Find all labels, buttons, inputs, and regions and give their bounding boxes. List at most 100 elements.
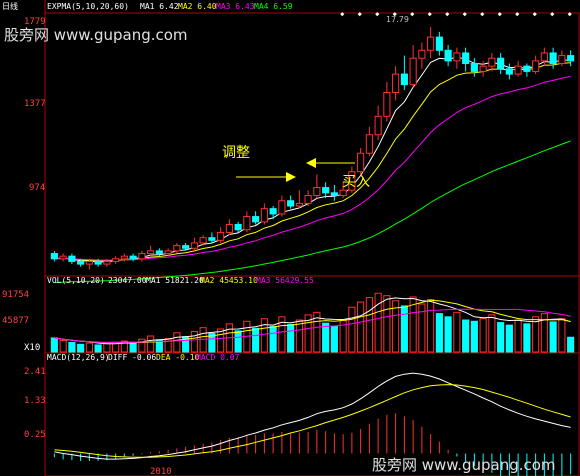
volume-bar xyxy=(68,341,76,353)
candle xyxy=(68,253,76,265)
price-tick-low: 974 xyxy=(29,183,45,193)
candle xyxy=(322,182,330,199)
volume-bar xyxy=(453,311,461,353)
volume-bar xyxy=(103,343,111,353)
annotation-adjust: 调整 xyxy=(222,145,250,161)
volume-bar xyxy=(357,301,365,353)
signal-marker: ◆ xyxy=(463,10,468,18)
volume-bar xyxy=(330,325,338,353)
candle xyxy=(549,47,557,69)
macd-tick-mid: 1.33 xyxy=(24,396,46,406)
candle xyxy=(269,206,277,220)
candle xyxy=(365,126,373,156)
candle xyxy=(514,60,522,77)
vol-current: 23047.00 xyxy=(108,276,147,285)
candle xyxy=(252,211,260,225)
candle xyxy=(260,203,268,225)
volume-bar xyxy=(129,342,137,353)
signal-marker: ◆ xyxy=(515,10,520,18)
volume-bar xyxy=(190,331,198,353)
ma1-label: MA1 6.42 xyxy=(140,2,179,11)
volume-bar xyxy=(287,323,295,353)
volume-bar xyxy=(462,319,470,353)
volume-bar xyxy=(505,324,513,353)
volume-bar xyxy=(365,297,373,353)
peak-label: 17.79 xyxy=(386,15,409,24)
signal-marker: ◆ xyxy=(445,10,450,18)
macd-year-label: 2010 xyxy=(150,467,172,476)
volume-bar xyxy=(479,318,487,353)
vol-ma3: MA3 56429.55 xyxy=(256,276,314,285)
ma2-label: MA2 6.40 xyxy=(178,2,217,11)
volume-panel xyxy=(50,292,575,353)
candle xyxy=(470,58,478,77)
arrow-buy xyxy=(306,158,355,168)
candle xyxy=(567,50,575,67)
signal-marker: ◆ xyxy=(410,10,415,18)
annotation-buy: 买入 xyxy=(342,174,370,190)
watermark-bottom: 股旁网 www.gupang.com xyxy=(372,456,556,474)
candle xyxy=(304,190,312,207)
volume-bar xyxy=(234,330,242,353)
period-label: 日线 xyxy=(2,1,18,11)
candle xyxy=(505,63,513,80)
candle xyxy=(427,26,435,59)
macd-tick-low: 0.25 xyxy=(24,430,46,440)
candle xyxy=(497,52,505,75)
signal-marker: ◆ xyxy=(568,10,573,18)
candle xyxy=(313,174,321,199)
volume-bar xyxy=(252,327,260,353)
watermark-top: 股旁网 www.gupang.com xyxy=(4,26,188,44)
vol-ma2: MA2 45453.10 xyxy=(200,276,258,285)
volume-bar xyxy=(217,328,225,353)
volume-bar xyxy=(470,320,478,353)
candle xyxy=(138,250,146,262)
volume-bar xyxy=(549,321,557,353)
candle xyxy=(129,253,137,262)
candle xyxy=(208,232,216,243)
candle xyxy=(418,42,426,69)
volume-bar xyxy=(147,335,155,353)
candle xyxy=(225,219,233,236)
volume-bar xyxy=(260,318,268,353)
volume-bar xyxy=(173,332,181,353)
macd-indicator-name: MACD(12,26,9) xyxy=(47,353,110,362)
volume-bar xyxy=(50,337,58,353)
stock-chart: ◆ ◆ ◆ ◆ ◆ ◆ ◆ ◆ ◆ ◆ ◆ ◆ ◆ ◆ 日线 EXPMA(5,10,20,60) MA1 … xyxy=(0,0,580,476)
candle xyxy=(392,66,400,101)
signal-marker: ◆ xyxy=(533,10,538,18)
chart-canvas: ◆ ◆ ◆ ◆ ◆ ◆ ◆ ◆ ◆ ◆ ◆ ◆ ◆ ◆ 日线 EXPMA(5,10,20,60) MA1 … xyxy=(2,0,580,476)
volume-bar xyxy=(558,318,566,353)
candle xyxy=(532,55,540,75)
candle xyxy=(383,81,391,122)
vol-indicator-name: VOL(5,10,20) xyxy=(47,276,105,285)
volume-bar xyxy=(444,316,452,353)
vol-tick-mid: 45877 xyxy=(2,316,29,326)
vol-multiplier: X10 xyxy=(24,343,40,353)
candle xyxy=(243,211,251,233)
candle xyxy=(112,256,120,265)
candle xyxy=(435,31,443,56)
expma-20-line xyxy=(54,75,571,261)
candle xyxy=(190,237,198,251)
volume-bar xyxy=(322,322,330,353)
volume-bar xyxy=(427,299,435,353)
candle xyxy=(287,195,295,209)
candle xyxy=(50,250,58,262)
candle xyxy=(444,45,452,67)
candle xyxy=(217,227,225,243)
volume-bar xyxy=(59,339,67,353)
macd-dea-line xyxy=(54,384,571,458)
volume-bar xyxy=(85,342,93,353)
volume-bar xyxy=(435,313,443,353)
volume-bar xyxy=(383,295,391,353)
signal-marker: ◆ xyxy=(550,10,555,18)
signal-marker: ◆ xyxy=(340,10,345,18)
candle xyxy=(462,47,470,72)
candle xyxy=(409,45,417,88)
signal-marker: ◆ xyxy=(375,10,380,18)
ma4-label: MA4 6.59 xyxy=(254,2,293,11)
volume-bar xyxy=(497,322,505,353)
price-indicator-name: EXPMA(5,10,20,60) xyxy=(47,2,129,11)
arrow-adjust xyxy=(236,172,296,182)
